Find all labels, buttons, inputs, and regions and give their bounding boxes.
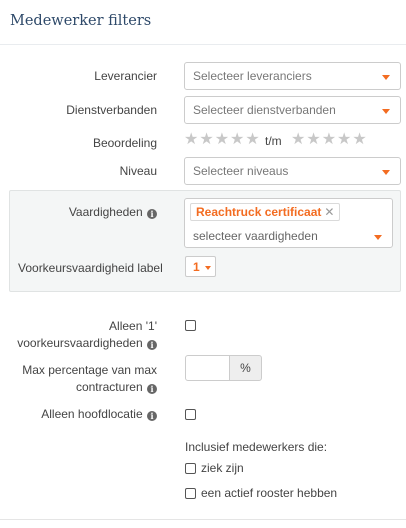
star-icon[interactable]: ★ <box>245 131 259 147</box>
max-percentage-label: Max percentage van max contracturen i <box>22 363 157 395</box>
actief-rooster-checkbox[interactable] <box>185 488 196 499</box>
star-icon[interactable]: ★ <box>352 131 366 147</box>
star-icon[interactable]: ★ <box>337 131 351 147</box>
star-icon[interactable]: ★ <box>215 131 229 147</box>
ziek-zijn-checkbox[interactable] <box>185 463 196 474</box>
max-percentage-input-group: % <box>185 355 262 381</box>
vaardigheden-multiselect[interactable]: Reachtruck certificaat ✕ selecteer vaardi… <box>184 198 393 248</box>
voorkeur-label: Voorkeursvaardigheid label <box>18 261 163 275</box>
max-percentage-label-line2: contracturen <box>75 380 143 394</box>
vaardigheden-label: Vaardigheden i <box>69 205 157 220</box>
star-icon[interactable]: ★ <box>322 131 336 147</box>
info-circle-icon[interactable]: i <box>147 411 157 421</box>
rating-to-stars[interactable]: ★ ★ ★ ★ ★ <box>291 131 367 147</box>
bottom-divider <box>0 519 406 520</box>
selected-skill-tag: Reachtruck certificaat ✕ <box>190 203 341 221</box>
niveau-select[interactable]: Selecteer niveaus <box>184 157 401 185</box>
alleen-voorkeur-label-line1: Alleen '1' <box>109 319 157 333</box>
caret-down-icon <box>382 75 390 80</box>
star-icon[interactable]: ★ <box>199 131 213 147</box>
info-circle-icon[interactable]: i <box>147 384 157 394</box>
niveau-placeholder: Selecteer niveaus <box>193 164 289 178</box>
beoordeling-label: Beoordeling <box>92 136 157 150</box>
rating-range-separator: t/m <box>265 134 282 148</box>
vaardigheden-label-text: Vaardigheden <box>68 205 143 219</box>
dienstverbanden-label: Dienstverbanden <box>66 103 157 117</box>
info-circle-icon[interactable]: i <box>147 209 157 219</box>
info-circle-icon[interactable]: i <box>147 340 157 350</box>
leverancier-label: Leverancier <box>94 69 157 83</box>
max-percentage-label-line2-wrap: contracturen i <box>22 380 157 395</box>
rating-from-stars[interactable]: ★ ★ ★ ★ ★ <box>184 131 260 147</box>
alleen-hoofdlocatie-label-text: Alleen hoofdlocatie <box>41 407 143 421</box>
caret-down-icon <box>382 170 390 175</box>
alleen-hoofdlocatie-checkbox[interactable] <box>185 409 196 420</box>
alleen-voorkeur-label-line2-wrap: voorkeursvaardigheden i <box>17 336 157 351</box>
vaardigheden-placeholder: selecteer vaardigheden <box>193 229 318 243</box>
voorkeur-value: 1 <box>193 260 200 274</box>
alleen-voorkeur-label: Alleen '1' voorkeursvaardigheden i <box>17 319 157 351</box>
dienstverbanden-placeholder: Selecteer dienstverbanden <box>193 103 336 117</box>
leverancier-placeholder: Selecteer leveranciers <box>193 69 312 83</box>
actief-rooster-label[interactable]: een actief rooster hebben <box>201 486 337 500</box>
star-icon[interactable]: ★ <box>291 131 305 147</box>
percent-addon: % <box>229 355 262 381</box>
max-percentage-label-line1: Max percentage van max <box>22 363 157 377</box>
caret-down-icon <box>374 235 382 240</box>
caret-down-icon <box>205 266 211 270</box>
page-title: Medewerker filters <box>10 13 152 29</box>
caret-down-icon <box>382 109 390 114</box>
star-icon[interactable]: ★ <box>306 131 320 147</box>
alleen-voorkeur-checkbox[interactable] <box>185 320 196 331</box>
max-percentage-input[interactable] <box>185 355 230 381</box>
selected-skill-label: Reachtruck certificaat <box>196 205 322 219</box>
remove-tag-icon[interactable]: ✕ <box>324 205 334 219</box>
alleen-voorkeur-label-line2: voorkeursvaardigheden <box>17 336 143 350</box>
title-divider <box>0 44 406 45</box>
inclusief-heading: Inclusief medewerkers die: <box>185 440 328 454</box>
voorkeur-dropdown[interactable]: 1 <box>185 256 216 277</box>
star-icon[interactable]: ★ <box>184 131 198 147</box>
alleen-hoofdlocatie-label: Alleen hoofdlocatie i <box>41 407 157 422</box>
star-icon[interactable]: ★ <box>230 131 244 147</box>
ziek-zijn-label[interactable]: ziek zijn <box>201 461 244 475</box>
dienstverbanden-select[interactable]: Selecteer dienstverbanden <box>184 96 401 124</box>
niveau-label: Niveau <box>119 164 157 178</box>
leverancier-select[interactable]: Selecteer leveranciers <box>184 62 401 90</box>
